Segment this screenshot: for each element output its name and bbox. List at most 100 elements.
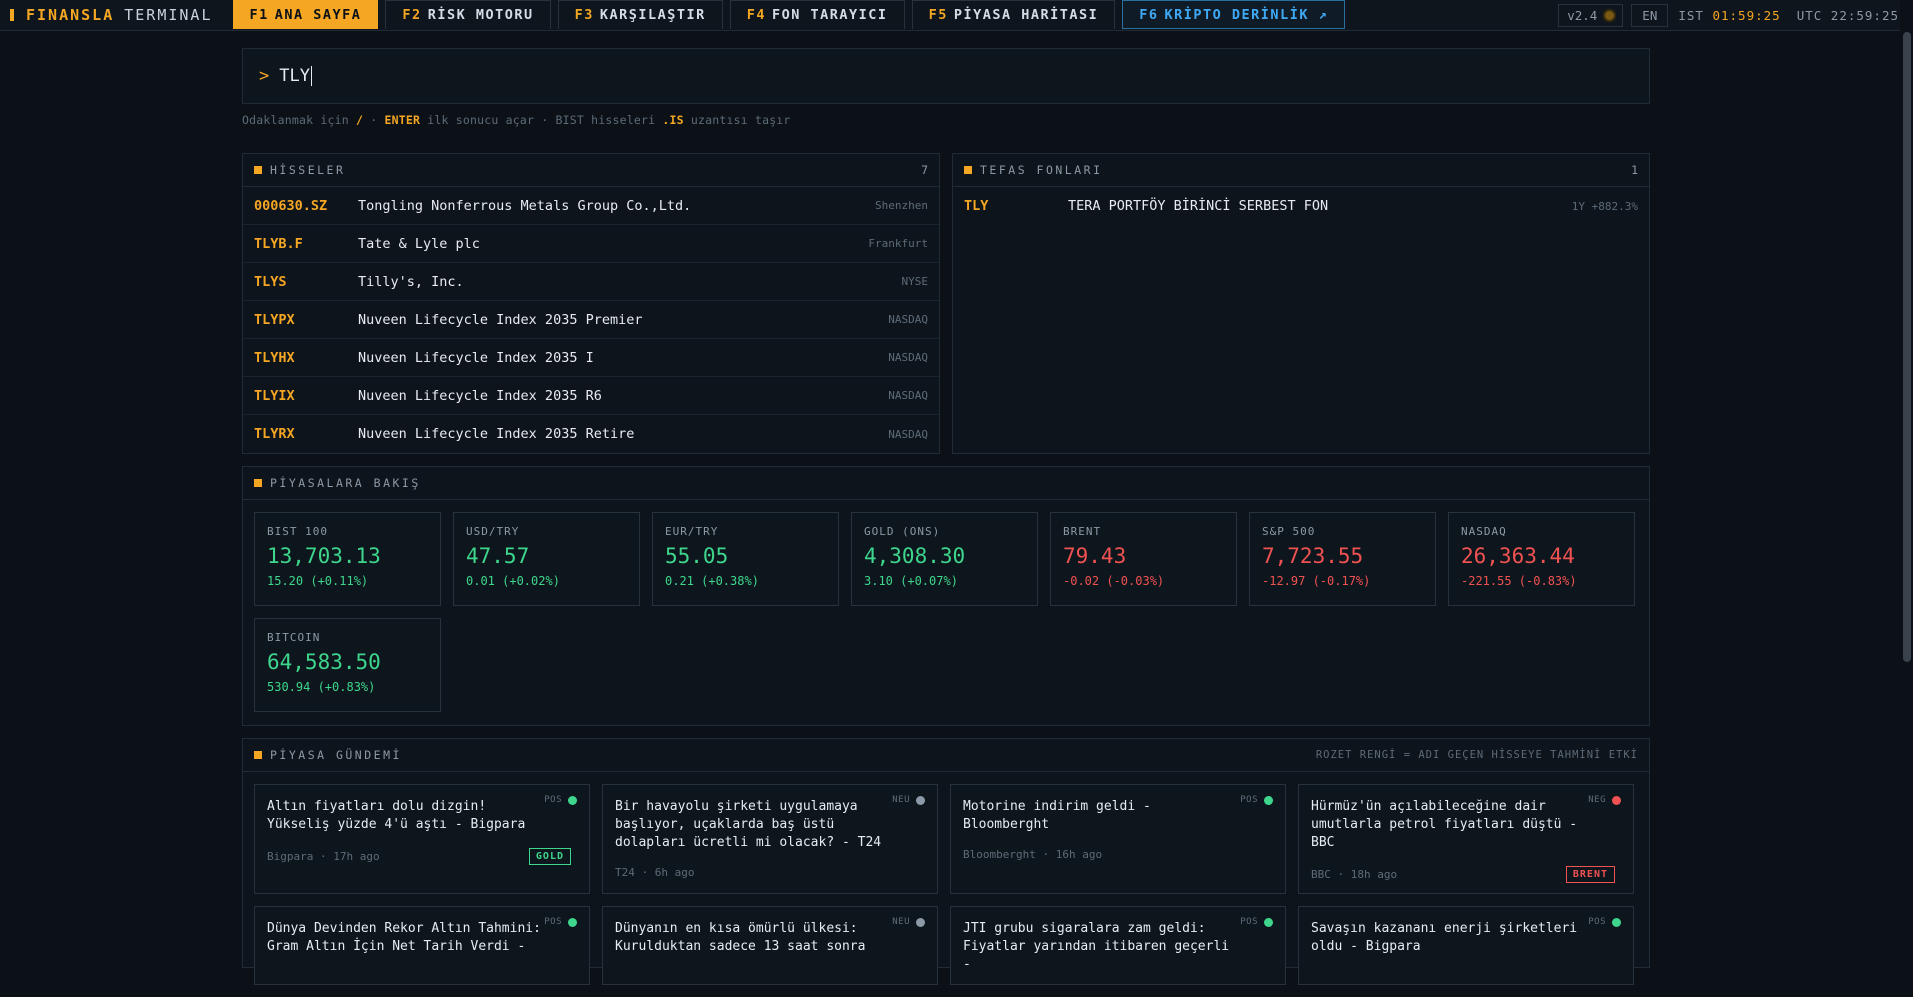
language-toggle-button[interactable]: EN — [1631, 3, 1669, 27]
sentiment-label: POS — [1240, 917, 1258, 927]
tab-market-map[interactable]: F5 PİYASA HARİTASI — [911, 0, 1116, 29]
panel-header: PİYASALARA BAKIŞ — [243, 467, 1649, 500]
search-hint: Odaklanmak için / · ENTER ilk sonucu aça… — [242, 113, 1650, 127]
tab-key: F3 — [574, 7, 594, 23]
sentiment-label: NEG — [1588, 795, 1606, 805]
exchange-label: Shenzhen — [875, 199, 928, 212]
market-change: 0.21 (+0.38%) — [665, 574, 759, 588]
market-value: 55.05 — [665, 544, 729, 568]
exchange-label: NASDAQ — [888, 351, 928, 364]
stock-row[interactable]: TLYPX Nuveen Lifecycle Index 2035 Premier… — [243, 301, 939, 339]
tab-home[interactable]: F1 ANA SAYFA — [232, 0, 379, 29]
market-label: NASDAQ — [1461, 525, 1507, 538]
market-overview-panel: PİYASALARA BAKIŞ BIST 100 13,703.13 15.20 … — [242, 466, 1650, 726]
ticker-symbol: TLYPX — [254, 311, 295, 328]
tab-key: F2 — [402, 7, 422, 23]
tab-label: ANA SAYFA — [274, 7, 362, 23]
scrollbar-thumb[interactable] — [1903, 32, 1911, 662]
market-card[interactable]: BITCOIN 64,583.50 530.94 (+0.83%) — [254, 618, 441, 712]
market-label: BRENT — [1063, 525, 1102, 538]
market-card[interactable]: BIST 100 13,703.13 15.20 (+0.11%) — [254, 512, 441, 606]
instrument-name: Nuveen Lifecycle Index 2035 Retire — [358, 426, 635, 442]
page-scrollbar[interactable] — [1900, 0, 1913, 944]
sentiment-indicator: POS — [1240, 917, 1273, 927]
brand-name-primary: FINANSLA — [26, 6, 115, 24]
ticker-symbol: TLYHX — [254, 349, 295, 366]
news-card[interactable]: POS Motorine indirim geldi - Bloomberght B… — [950, 784, 1286, 894]
top-bar: FINANSLA TERMINAL F1 ANA SAYFA F2 RİSK MOT… — [0, 0, 1913, 31]
market-news-panel: PİYASA GÜNDEMİ ROZET RENGİ = ADI GEÇEN H… — [242, 738, 1650, 985]
market-card[interactable]: USD/TRY 47.57 0.01 (+0.02%) — [453, 512, 640, 606]
market-card[interactable]: EUR/TRY 55.05 0.21 (+0.38%) — [652, 512, 839, 606]
instrument-name: Tilly's, Inc. — [358, 273, 464, 290]
news-meta: T24 · 6h ago — [615, 866, 925, 879]
status-area: v2.4 EN IST 01:59:25 UTC 22:59:25 — [1558, 0, 1913, 30]
square-icon — [964, 166, 972, 174]
market-card[interactable]: S&P 500 7,723.55 -12.97 (-0.17%) — [1249, 512, 1436, 606]
news-card[interactable]: NEU Dünyanın en kısa ömürlü ülkesi: Kurul… — [602, 906, 938, 985]
square-icon — [254, 479, 262, 487]
search-input[interactable]: > TLY — [242, 48, 1650, 104]
sentiment-indicator: POS — [544, 795, 577, 805]
news-meta: BBC · 18h ago BRENT — [1311, 866, 1621, 883]
impact-badge[interactable]: GOLD — [528, 848, 571, 865]
brand-name-secondary: TERMINAL — [124, 6, 213, 24]
stock-row[interactable]: TLYRX Nuveen Lifecycle Index 2035 Retire N… — [243, 415, 939, 453]
result-count: 1 — [1631, 163, 1638, 177]
ist-clock: IST 01:59:25 — [1678, 8, 1780, 23]
market-change: -0.02 (-0.03%) — [1063, 574, 1165, 588]
news-card[interactable]: POS Dünya Devinden Rekor Altın Tahmini: G… — [254, 906, 590, 985]
brand-logo[interactable]: FINANSLA TERMINAL — [0, 0, 233, 30]
theme-toggle-icon[interactable] — [1605, 10, 1615, 20]
sentiment-dot-icon — [1264, 795, 1273, 805]
news-card[interactable]: POS Altın fiyatları dolu dizgin! Yükseliş… — [254, 784, 590, 894]
instrument-name: Nuveen Lifecycle Index 2035 R6 — [358, 387, 602, 404]
funds-panel: TEFAS FONLARI 1 TLY TERA PORTFÖY BİRİNCİ … — [952, 153, 1650, 454]
stock-row[interactable]: TLYB.F Tate & Lyle plc Frankfurt — [243, 225, 939, 263]
tab-crypto-depth[interactable]: F6 KRİPTO DERİNLİK ↗ — [1122, 0, 1346, 29]
hint-key-enter: ENTER — [384, 113, 421, 127]
news-card[interactable]: POS Savaşın kazananı enerji şirketleri ol… — [1298, 906, 1634, 985]
tab-label: KARŞILAŞTIR — [599, 7, 706, 23]
panel-header: HİSSELER 7 — [243, 154, 939, 187]
news-card[interactable]: NEU Bir havayolu şirketi uygulamaya başlı… — [602, 784, 938, 894]
tab-risk-engine[interactable]: F2 RİSK MOTORU — [385, 0, 551, 29]
prompt-icon: > — [259, 66, 270, 86]
tab-compare[interactable]: F3 KARŞILAŞTIR — [557, 0, 723, 29]
news-title: Bir havayolu şirketi uygulamaya başlıyor… — [615, 799, 882, 850]
news-card[interactable]: POS JTI grubu sigaralara zam geldi: Fiyat… — [950, 906, 1286, 985]
news-grid: POS Altın fiyatları dolu dizgin! Yükseliş… — [243, 772, 1649, 997]
square-icon — [254, 166, 262, 174]
hint-key-is: .IS — [662, 113, 684, 127]
news-title: Motorine indirim geldi - Bloomberght — [963, 799, 1151, 832]
market-card[interactable]: GOLD (ONS) 4,308.30 3.10 (+0.07%) — [851, 512, 1038, 606]
market-card[interactable]: BRENT 79.43 -0.02 (-0.03%) — [1050, 512, 1237, 606]
fund-list: TLY TERA PORTFÖY BİRİNCİ SERBEST FON 1Y +8… — [953, 187, 1649, 225]
fund-row[interactable]: TLY TERA PORTFÖY BİRİNCİ SERBEST FON 1Y +8… — [953, 187, 1649, 225]
market-card[interactable]: NASDAQ 26,363.44 -221.55 (-0.83%) — [1448, 512, 1635, 606]
news-title: Hürmüz'ün açılabileceğine dair umutlarla… — [1311, 799, 1578, 850]
sentiment-label: POS — [544, 917, 562, 927]
tab-fund-scanner[interactable]: F4 FON TARAYICI — [729, 0, 905, 29]
search-value[interactable]: TLY — [279, 66, 312, 86]
market-label: USD/TRY — [466, 525, 520, 538]
market-change: 0.01 (+0.02%) — [466, 574, 560, 588]
impact-badge[interactable]: BRENT — [1565, 866, 1615, 883]
ticker-symbol: TLYRX — [254, 426, 295, 442]
market-label: GOLD (ONS) — [864, 525, 941, 538]
news-card[interactable]: NEG Hürmüz'ün açılabileceğine dair umutla… — [1298, 784, 1634, 894]
stock-row[interactable]: TLYIX Nuveen Lifecycle Index 2035 R6 NASDA… — [243, 377, 939, 415]
news-source-time: Bigpara · 17h ago — [267, 850, 380, 863]
ticker-symbol: TLYB.F — [254, 235, 303, 252]
instrument-name: Tongling Nonferrous Metals Group Co.,Ltd… — [358, 197, 692, 214]
sentiment-indicator: NEG — [1588, 795, 1621, 805]
news-meta: Bigpara · 17h ago GOLD — [267, 848, 577, 865]
stock-row[interactable]: TLYS Tilly's, Inc. NYSE — [243, 263, 939, 301]
market-label: EUR/TRY — [665, 525, 719, 538]
version-badge[interactable]: v2.4 — [1558, 3, 1624, 27]
panel-header: PİYASA GÜNDEMİ ROZET RENGİ = ADI GEÇEN H… — [243, 739, 1649, 772]
stock-row[interactable]: TLYHX Nuveen Lifecycle Index 2035 I NASDAQ — [243, 339, 939, 377]
stock-row[interactable]: 000630.SZ Tongling Nonferrous Metals Grou… — [243, 187, 939, 225]
sentiment-dot-icon — [568, 795, 577, 805]
tab-key: F1 — [249, 7, 269, 23]
